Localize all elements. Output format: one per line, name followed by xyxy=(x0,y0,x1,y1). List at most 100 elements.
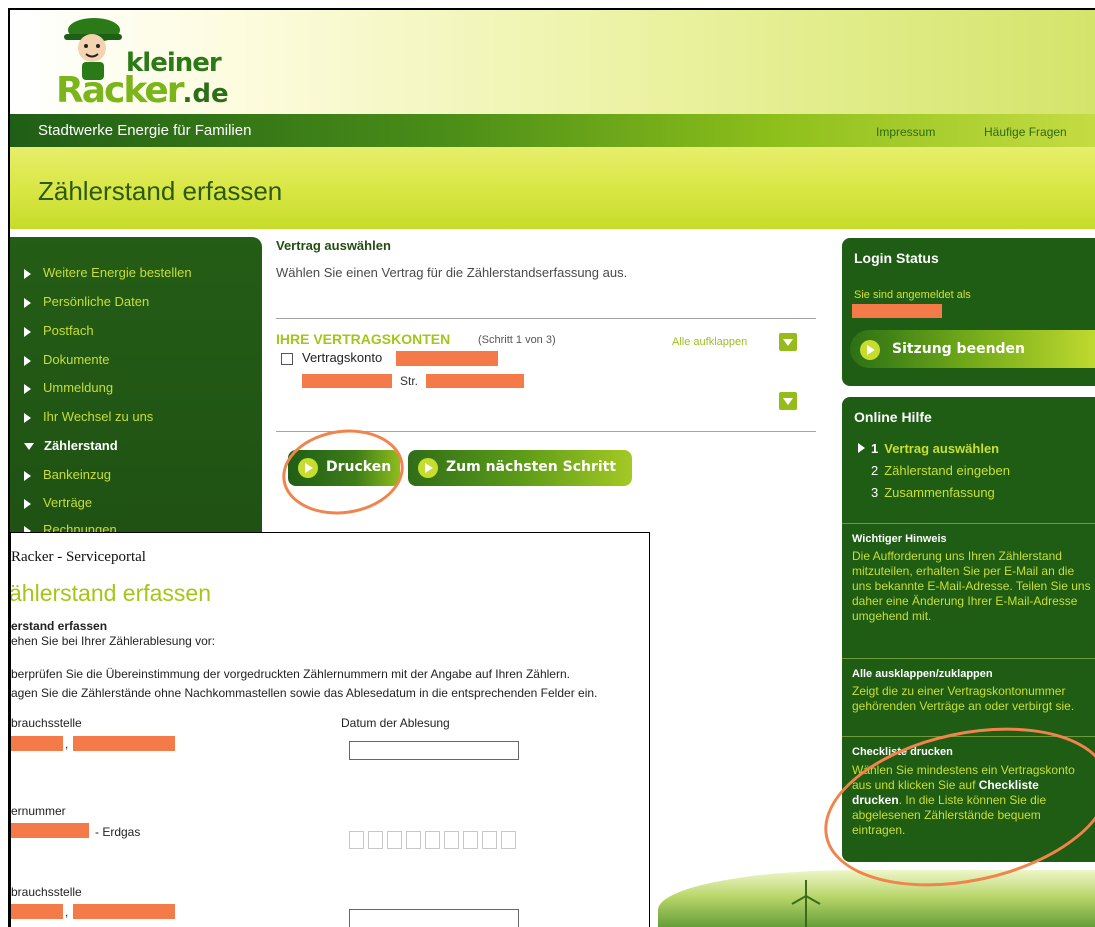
nav-item-persoenliche-daten[interactable]: Persönliche Daten xyxy=(24,294,149,309)
faq-link[interactable]: Häufige Fragen xyxy=(984,125,1067,139)
digit-box[interactable] xyxy=(425,831,440,849)
expand-account-icon[interactable] xyxy=(779,392,797,410)
logout-button[interactable]: Sitzung beenden xyxy=(850,330,1095,368)
arrow-right-icon xyxy=(24,383,31,394)
accounts-title: IHRE VERTRAGSKONTEN xyxy=(276,331,451,347)
impressum-link[interactable]: Impressum xyxy=(876,125,935,139)
divider xyxy=(276,318,816,319)
section-heading: Vertrag auswählen xyxy=(276,238,391,253)
login-status-title: Login Status xyxy=(854,250,939,266)
digit-box[interactable] xyxy=(349,831,364,849)
nav-item-wechsel[interactable]: Ihr Wechsel zu uns xyxy=(24,409,153,424)
help-step-2[interactable]: 2 Zählerstand eingeben xyxy=(858,463,1010,478)
accounts-step: (Schritt 1 von 3) xyxy=(478,334,556,346)
divider xyxy=(842,523,1095,524)
redacted-address xyxy=(302,374,392,388)
reading-date-label: Datum der Ablesung xyxy=(341,716,450,730)
redacted-field xyxy=(73,904,175,919)
consumption-point-label-2: brauchsstelle xyxy=(11,885,82,899)
arrow-right-icon xyxy=(24,498,31,509)
play-icon xyxy=(418,458,438,478)
logo-text-suffix: .de xyxy=(182,79,229,109)
redacted-account-number xyxy=(396,351,498,366)
reading-date-input[interactable] xyxy=(349,741,519,760)
popup-instruction-1: berprüfen Sie die Übereinstimmung der vo… xyxy=(11,667,570,681)
nav-item-label: Bankeinzug xyxy=(43,467,111,482)
left-navigation: Weitere Energie bestellen Persönliche Da… xyxy=(10,237,262,537)
reading-date-input-2[interactable] xyxy=(349,909,519,927)
notice-text: Die Aufforderung uns Ihren Zählerstand m… xyxy=(852,549,1091,623)
popup-heading: ählerstand erfassen xyxy=(10,580,212,606)
nav-item-ummeldung[interactable]: Ummeldung xyxy=(24,380,113,395)
nav-item-bankeinzug[interactable]: Bankeinzug xyxy=(24,467,111,482)
nav-item-label: Persönliche Daten xyxy=(43,294,150,309)
nav-item-postfach[interactable]: Postfach xyxy=(24,323,94,338)
brand-title: Stadtwerke Energie für Familien xyxy=(38,122,252,139)
step-label: Zusammenfassung xyxy=(884,485,995,500)
next-step-button-label: Zum nächsten Schritt xyxy=(446,459,617,475)
page-title: Zählerstand erfassen xyxy=(38,176,283,206)
annotation-circle-print xyxy=(276,421,410,523)
step-number: 1 xyxy=(871,441,879,456)
digit-box[interactable] xyxy=(463,831,478,849)
digit-box[interactable] xyxy=(387,831,402,849)
section-text: Wählen Sie einen Vertrag für die Zählers… xyxy=(276,265,628,280)
nav-item-label: Ihr Wechsel zu uns xyxy=(43,409,154,424)
nav-item-label: Weitere Energie bestellen xyxy=(43,265,192,280)
nav-item-label: Dokumente xyxy=(43,352,110,367)
step-number: 2 xyxy=(871,463,879,478)
meter-reading-input[interactable] xyxy=(349,831,529,851)
expand-help-heading: Alle ausklappen/zuklappen xyxy=(852,668,993,680)
popup-instruction-2: agen Sie die Zählerstände ohne Nachkomma… xyxy=(11,686,598,700)
help-step-3[interactable]: 3 Zusammenfassung xyxy=(858,485,995,500)
site-header: kleiner Racker.de xyxy=(10,10,1095,114)
play-icon xyxy=(860,340,880,360)
separator-comma: , xyxy=(65,737,69,751)
online-help-title: Online Hilfe xyxy=(854,409,932,425)
page-title-bar: Zählerstand erfassen xyxy=(10,147,1095,229)
redacted-username xyxy=(852,304,942,318)
divider xyxy=(842,658,1095,659)
login-status-text: Sie sind angemeldet als xyxy=(854,289,971,301)
redacted-field xyxy=(73,736,175,751)
nav-item-label: Zählerstand xyxy=(44,438,118,453)
arrow-right-icon xyxy=(24,412,31,423)
arrow-down-icon xyxy=(24,443,34,451)
popup-subheading: erstand erfassen xyxy=(11,619,108,633)
notice-heading: Wichtiger Hinweis xyxy=(852,533,947,545)
popup-window-title: Racker - Serviceportal xyxy=(11,549,146,565)
browser-viewport: kleiner Racker.de Stadtwerke Energie für… xyxy=(8,8,1095,927)
wind-turbine-icon xyxy=(791,880,821,927)
digit-box[interactable] xyxy=(406,831,421,849)
nav-item-weitere-energie[interactable]: Weitere Energie bestellen xyxy=(24,265,192,280)
nav-item-label: Postfach xyxy=(43,323,94,338)
logo[interactable]: kleiner Racker.de xyxy=(34,12,229,111)
step-label: Zählerstand eingeben xyxy=(884,463,1010,478)
nav-item-vertraege[interactable]: Verträge xyxy=(24,495,92,510)
arrow-right-icon xyxy=(24,355,31,366)
expand-all-icon[interactable] xyxy=(779,333,797,351)
arrow-right-icon xyxy=(24,268,31,279)
expand-help-text: Zeigt die zu einer Vertragskontonummer g… xyxy=(852,684,1075,713)
nav-item-label: Verträge xyxy=(43,495,93,510)
popup-intro: ehen Sie bei Ihrer Zählerablesung vor: xyxy=(11,634,216,648)
arrow-right-icon xyxy=(24,297,31,308)
arrow-right-icon xyxy=(858,443,865,453)
digit-box[interactable] xyxy=(444,831,459,849)
arrow-right-icon xyxy=(24,326,31,337)
arrow-right-icon xyxy=(24,470,31,481)
redacted-field xyxy=(11,736,63,751)
expand-all-link[interactable]: Alle aufklappen xyxy=(672,336,747,348)
next-step-button[interactable]: Zum nächsten Schritt xyxy=(408,450,632,486)
login-status-panel: Login Status Sie sind angemeldet als Sit… xyxy=(842,238,1095,386)
nav-item-zaehlerstand[interactable]: Zählerstand xyxy=(24,438,118,453)
help-step-1[interactable]: 1 Vertrag auswählen xyxy=(858,441,999,456)
account-checkbox[interactable] xyxy=(281,353,293,365)
digit-box[interactable] xyxy=(501,831,516,849)
digit-box[interactable] xyxy=(482,831,497,849)
print-preview-window: Racker - Serviceportal ählerstand erfass… xyxy=(10,532,650,927)
nav-item-dokumente[interactable]: Dokumente xyxy=(24,352,109,367)
digit-box[interactable] xyxy=(368,831,383,849)
meter-type: - Erdgas xyxy=(95,825,141,839)
redacted-meter-number xyxy=(11,823,89,838)
